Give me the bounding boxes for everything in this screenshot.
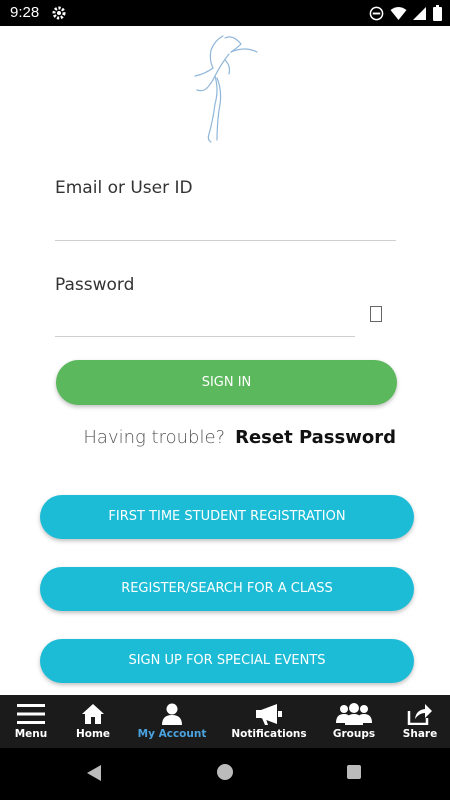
nav-menu[interactable]: Menu xyxy=(0,695,62,748)
do-not-disturb-icon xyxy=(369,6,384,20)
email-input[interactable] xyxy=(55,210,396,238)
trouble-row: Having trouble? Reset Password xyxy=(83,427,396,448)
nav-menu-label: Menu xyxy=(14,728,48,740)
dancer-logo xyxy=(194,35,258,143)
password-label: Password xyxy=(55,275,135,295)
reset-password-link[interactable]: Reset Password xyxy=(235,427,396,448)
register-search-class-button[interactable]: REGISTER/SEARCH FOR A CLASS xyxy=(40,567,414,611)
email-underline xyxy=(55,240,396,241)
back-icon[interactable] xyxy=(86,764,102,782)
home-circle-icon[interactable] xyxy=(217,764,233,780)
sign-in-button[interactable]: SIGN IN xyxy=(56,360,397,405)
bottom-nav: Menu Home My Account Notifications Group… xyxy=(0,695,450,748)
battery-icon xyxy=(433,5,442,21)
recents-square-icon[interactable] xyxy=(347,765,361,779)
password-visibility-toggle[interactable] xyxy=(370,306,382,322)
signal-icon xyxy=(413,6,426,20)
group-icon xyxy=(336,703,372,725)
first-time-registration-button[interactable]: FIRST TIME STUDENT REGISTRATION xyxy=(40,495,414,539)
status-time: 9:28 xyxy=(10,4,40,21)
password-underline xyxy=(55,336,355,337)
nav-share[interactable]: Share xyxy=(392,695,448,748)
nav-groups-label: Groups xyxy=(332,728,376,740)
email-label: Email or User ID xyxy=(55,178,193,198)
nav-notifications[interactable]: Notifications xyxy=(228,695,310,748)
trouble-text: Having trouble? xyxy=(83,427,226,448)
hamburger-icon xyxy=(17,704,45,724)
nav-home-label: Home xyxy=(75,728,111,740)
nav-share-label: Share xyxy=(402,728,438,740)
nav-notifications-label: Notifications xyxy=(231,728,307,740)
status-icons xyxy=(369,5,442,21)
special-events-button[interactable]: SIGN UP FOR SPECIAL EVENTS xyxy=(40,639,414,683)
person-icon xyxy=(162,703,182,725)
nav-home[interactable]: Home xyxy=(62,695,124,748)
settings-gear-icon xyxy=(52,6,66,20)
system-nav-bar xyxy=(0,748,450,800)
status-bar: 9:28 xyxy=(0,0,450,26)
home-icon xyxy=(82,704,104,724)
megaphone-icon xyxy=(256,704,282,725)
nav-my-account[interactable]: My Account xyxy=(130,695,214,748)
password-input[interactable] xyxy=(55,306,355,334)
nav-my-account-label: My Account xyxy=(137,728,207,740)
share-icon xyxy=(407,704,432,725)
wifi-icon xyxy=(390,6,407,20)
nav-groups[interactable]: Groups xyxy=(322,695,386,748)
